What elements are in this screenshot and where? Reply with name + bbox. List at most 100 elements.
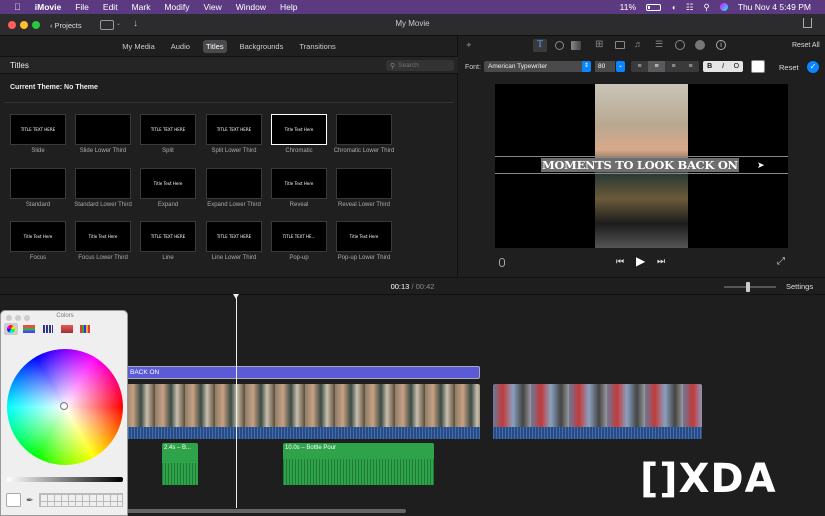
title-thumbnail-pop-up-lower-third[interactable]: Title Text Here (336, 221, 392, 252)
align-center-button[interactable]: ≡ (648, 61, 665, 72)
title-thumbnail-chromatic[interactable]: Title Text Here (271, 114, 327, 145)
title-overlay-text[interactable]: MOMENTS TO LOOK BACK ON (541, 158, 739, 172)
info-icon[interactable]: i (716, 40, 726, 50)
menu-view[interactable]: View (204, 2, 222, 12)
title-thumbnail-focus[interactable]: Title Text Here (10, 221, 66, 252)
volume-icon[interactable]: ♬ (634, 39, 643, 49)
tab-audio[interactable]: Audio (168, 40, 193, 53)
tab-transitions[interactable]: Transitions (296, 40, 338, 53)
battery-icon[interactable] (646, 3, 662, 11)
title-thumbnail-split-lower-third[interactable]: TITLE TEXT HERE (206, 114, 262, 145)
tab-titles[interactable]: Titles (202, 39, 227, 53)
color-correction-icon[interactable] (571, 41, 581, 50)
font-size-input[interactable] (595, 61, 615, 72)
align-left-button[interactable]: ≡ (631, 61, 648, 72)
text-color-swatch[interactable] (751, 60, 765, 73)
app-menu[interactable]: iMovie (35, 2, 61, 12)
title-thumbnail-pop-up[interactable]: TITLE TEXT HE... (271, 221, 327, 252)
stabilization-icon[interactable] (615, 41, 625, 49)
import-arrow-icon[interactable]: ↓ (133, 18, 138, 29)
title-thumbnail-split[interactable]: TITLE TEXT HERE (140, 114, 196, 145)
skip-forward-icon[interactable]: ⏭ (657, 256, 665, 267)
color-palettes-tab-icon[interactable] (43, 325, 53, 333)
justify-button[interactable]: ≡ (682, 61, 699, 72)
video-clip-2[interactable] (493, 384, 702, 439)
current-color-well[interactable] (6, 493, 21, 507)
menu-help[interactable]: Help (280, 2, 297, 12)
italic-button[interactable]: I (716, 61, 729, 72)
menu-file[interactable]: File (75, 2, 89, 12)
color-wheel-tab-icon[interactable] (4, 323, 18, 335)
fullscreen-icon[interactable]: ⤢ (777, 256, 785, 267)
tab-my-media[interactable]: My Media (119, 40, 158, 53)
playhead[interactable] (233, 294, 239, 508)
title-thumbnail-slide[interactable]: TITLE TEXT HERE (10, 114, 66, 145)
pencils-tab-icon[interactable] (80, 325, 90, 333)
font-size-dropdown[interactable]: ⌄ (616, 61, 625, 72)
menubar-clock[interactable]: Thu Nov 4 5:49 PM (738, 2, 811, 12)
menu-window[interactable]: Window (236, 2, 266, 12)
eyedropper-icon[interactable]: ✒ (26, 495, 34, 506)
search-input[interactable] (398, 62, 449, 69)
close-window-button[interactable] (8, 21, 16, 29)
play-icon[interactable]: ▶ (636, 254, 645, 268)
timeline-settings-button[interactable]: Settings (786, 282, 813, 291)
font-select[interactable]: American Typewriter ⇕ (484, 61, 591, 72)
audio-clip-1[interactable]: 2.4s – B... (162, 443, 198, 485)
tab-backgrounds[interactable]: Backgrounds (237, 40, 287, 53)
title-thumbnail-standard-lower-third[interactable] (75, 168, 131, 199)
title-thumbnail-expand[interactable]: Title Text Here (140, 168, 196, 199)
color-wheel[interactable] (7, 349, 123, 465)
bold-button[interactable]: B (703, 61, 716, 72)
crop-icon[interactable]: ⊞ (595, 39, 603, 50)
share-icon[interactable] (803, 18, 812, 28)
title-thumbnail-slide-lower-third[interactable] (75, 114, 131, 145)
projects-button[interactable]: ‹ Projects (46, 18, 86, 32)
image-palettes-tab-icon[interactable] (61, 325, 73, 333)
title-thumbnail-reveal[interactable]: Title Text Here (271, 168, 327, 199)
align-right-button[interactable]: ≡ (665, 61, 682, 72)
menu-mark[interactable]: Mark (132, 2, 151, 12)
library-view-button[interactable] (100, 20, 114, 30)
menu-modify[interactable]: Modify (164, 2, 189, 12)
title-thumbnail-focus-lower-third[interactable]: Title Text Here (75, 221, 131, 252)
title-thumbnail-expand-lower-third[interactable] (206, 168, 262, 199)
title-thumbnail-reveal-lower-third[interactable] (336, 168, 392, 199)
chevron-down-icon[interactable]: ⌄ (116, 20, 121, 27)
title-thumbnail-chromatic-lower-third[interactable] (336, 114, 392, 145)
wifi-icon[interactable]: ◖ (671, 3, 676, 12)
color-balance-icon[interactable] (555, 41, 564, 50)
apply-checkmark-icon[interactable]: ✓ (807, 61, 819, 73)
magic-wand-icon[interactable]: ✦ (465, 40, 473, 51)
outline-button[interactable]: O (730, 61, 743, 72)
search-field[interactable]: ⚲ (386, 60, 454, 71)
color-swatches[interactable] (39, 493, 123, 507)
title-thumbnail-standard[interactable] (10, 168, 66, 199)
playhead-handle[interactable] (233, 294, 239, 299)
video-clip-1[interactable] (125, 384, 480, 439)
zoom-slider-knob[interactable] (746, 282, 750, 292)
video-viewer[interactable]: MOMENTS TO LOOK BACK ON ➤ (495, 84, 788, 248)
speed-icon[interactable] (675, 40, 685, 50)
minimize-window-button[interactable] (20, 21, 28, 29)
reset-all-button[interactable]: Reset All (792, 42, 820, 49)
title-thumbnail-line-lower-third[interactable]: TITLE TEXT HERE (206, 221, 262, 252)
control-center-icon[interactable]: ☷ (686, 2, 694, 13)
microphone-icon[interactable] (499, 258, 505, 267)
color-picker-crosshair-icon[interactable] (60, 402, 68, 410)
skip-back-icon[interactable]: ⏮ (616, 256, 624, 267)
brightness-slider[interactable] (7, 477, 123, 482)
audio-clip-2[interactable]: 10.0s – Bottle Pour (283, 443, 434, 485)
reset-button[interactable]: Reset (779, 63, 799, 72)
title-clip[interactable]: BACK ON (125, 366, 480, 379)
title-text-box[interactable]: MOMENTS TO LOOK BACK ON (495, 156, 788, 174)
search-menu-icon[interactable]: ⚲ (704, 2, 710, 13)
menu-edit[interactable]: Edit (103, 2, 118, 12)
title-thumbnail-line[interactable]: TITLE TEXT HERE (140, 221, 196, 252)
color-sliders-tab-icon[interactable] (23, 325, 35, 333)
title-text-icon[interactable]: T (533, 39, 547, 52)
apple-icon[interactable]:  (14, 2, 21, 12)
siri-icon[interactable] (719, 3, 728, 11)
noise-reduction-icon[interactable]: ☰ (655, 39, 663, 50)
clip-filter-icon[interactable] (695, 40, 705, 50)
